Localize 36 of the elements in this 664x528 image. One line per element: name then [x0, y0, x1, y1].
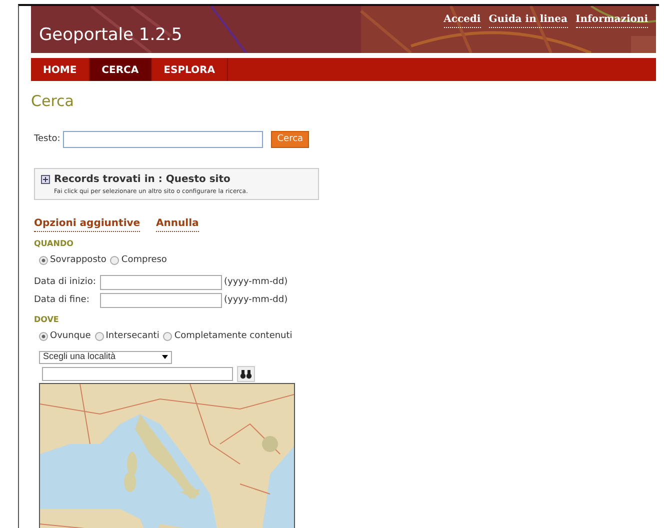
header-link[interactable]: Guida in linea	[488, 12, 568, 28]
page-title: Cerca	[31, 91, 75, 112]
field-label: Testo:	[34, 132, 60, 146]
binoculars-icon	[240, 368, 252, 378]
radio-label: Compreso	[121, 254, 167, 267]
location-field[interactable]	[42, 366, 233, 380]
radio-label: Completamente contenuti	[174, 330, 292, 343]
header-link[interactable]: Informazioni	[576, 12, 648, 28]
radio-button[interactable]	[163, 332, 172, 341]
records-title: Records trovati in : Questo sito	[54, 173, 230, 187]
radio-button[interactable]	[39, 256, 48, 266]
field-label: Data di inizio:	[34, 276, 97, 288]
search-field[interactable]	[63, 130, 264, 148]
section-heading: QUANDO	[34, 238, 74, 250]
date-field[interactable]	[100, 292, 222, 308]
radio-button[interactable]	[110, 256, 120, 266]
radio-button[interactable]	[94, 332, 104, 341]
radio-button[interactable]	[39, 332, 48, 341]
format-hint: (yyyy-mm-dd)	[224, 294, 288, 306]
option-link[interactable]: Opzioni aggiuntive	[34, 216, 140, 232]
location-select[interactable]: Scegli una località	[39, 350, 172, 364]
radio-label: Intersecanti	[106, 330, 160, 343]
format-hint: (yyyy-mm-dd)	[224, 276, 288, 288]
site-title: Geoportale 1.2.5	[38, 24, 182, 47]
nav-tab[interactable]: ESPLORA	[152, 58, 228, 81]
radio-label: Ovunque	[50, 330, 91, 343]
nav-tab[interactable]: CERCA	[90, 58, 152, 81]
caret-icon	[162, 355, 168, 359]
header-link[interactable]: Accedi	[444, 12, 481, 28]
expand-icon[interactable]	[41, 175, 50, 184]
section-heading: DOVE	[34, 314, 60, 326]
radio-label: Sovrapposto	[50, 254, 106, 267]
date-field[interactable]	[100, 274, 222, 290]
field-label: Data di fine:	[34, 294, 90, 306]
search-button[interactable]	[237, 366, 255, 382]
option-link[interactable]: Annulla	[156, 216, 199, 232]
